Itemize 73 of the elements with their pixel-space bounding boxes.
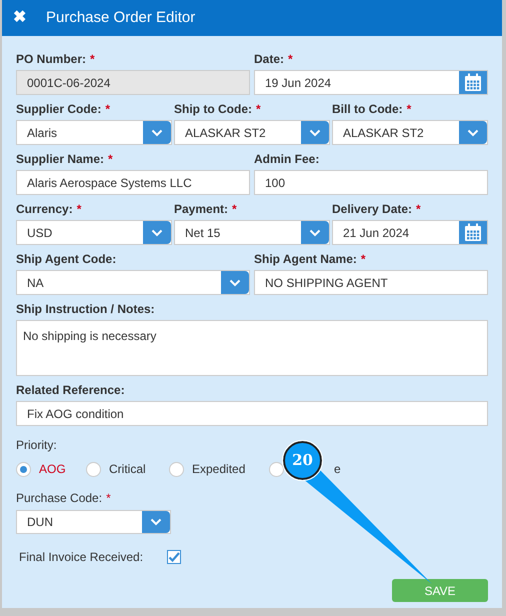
field-label: Delivery Date: — [332, 202, 412, 217]
dropdown-button[interactable] — [301, 221, 329, 244]
window-title: Purchase Order Editor — [46, 8, 196, 28]
required-mark: * — [406, 102, 412, 117]
radio-label: e — [334, 461, 341, 478]
dropdown-field[interactable]: NA — [16, 270, 250, 295]
text-field[interactable]: 100 — [254, 170, 488, 195]
chevron-down-icon — [150, 518, 162, 526]
radio-button[interactable] — [16, 462, 31, 476]
radio-label: Expedited — [192, 461, 246, 478]
text-field[interactable]: Alaris Aerospace Systems LLC — [16, 170, 250, 195]
dropdown-button[interactable] — [143, 221, 171, 244]
field-label: Admin Fee: — [254, 152, 320, 167]
notes-field[interactable]: No shipping is necessary — [16, 320, 488, 376]
radio-button[interactable] — [169, 462, 184, 476]
required-mark: * — [106, 490, 111, 507]
field-label: Ship Agent Code: — [16, 252, 116, 267]
field-label: Currency: — [16, 202, 73, 217]
calendar-button[interactable] — [459, 221, 487, 244]
required-mark: * — [288, 52, 293, 67]
radio-label: Critical — [109, 461, 146, 478]
required-mark: * — [232, 202, 237, 217]
calendar-icon — [464, 223, 482, 242]
dropdown-field[interactable]: ALASKAR ST2 — [332, 120, 488, 145]
radio-button[interactable] — [269, 462, 284, 476]
dropdown-button[interactable] — [459, 121, 487, 144]
field-label: Ship Instruction / Notes: — [16, 302, 155, 317]
radio-label: AOG — [39, 461, 66, 478]
dropdown-button[interactable] — [301, 121, 329, 144]
chevron-down-icon — [151, 228, 163, 236]
close-button[interactable]: ✖ — [13, 10, 26, 26]
field-label: Related Reference: — [16, 383, 125, 398]
chevron-down-icon — [309, 228, 321, 236]
dropdown-button[interactable] — [142, 511, 170, 533]
dropdown-button[interactable] — [143, 121, 171, 144]
chevron-down-icon — [467, 128, 479, 136]
calendar-icon — [464, 73, 482, 92]
checkmark-icon — [168, 552, 180, 562]
field-label: Ship Agent Name: — [254, 252, 357, 267]
chevron-down-icon — [309, 128, 321, 136]
field-label: Supplier Name: — [16, 152, 104, 167]
chevron-down-icon — [151, 128, 163, 136]
calendar-button[interactable] — [459, 71, 487, 94]
field-label: Payment: — [174, 202, 228, 217]
required-mark: * — [76, 202, 82, 217]
required-mark: * — [108, 152, 113, 167]
date-field[interactable]: 19 Jun 2024 — [254, 70, 488, 95]
date-field[interactable]: 21 Jun 2024 — [332, 220, 488, 245]
checkbox-label: Final Invoice Received: — [19, 549, 144, 566]
checkbox[interactable] — [167, 550, 182, 564]
text-field[interactable]: NO SHIPPING AGENT — [254, 270, 488, 295]
required-mark: * — [90, 52, 95, 67]
field-label: PO Number: — [16, 52, 86, 67]
required-mark: * — [416, 202, 421, 217]
field-label: Purchase Code: — [16, 490, 102, 507]
text-field[interactable]: Fix AOG condition — [16, 401, 488, 426]
field-label: Ship to Code: — [174, 102, 252, 117]
dropdown-field[interactable]: USD — [16, 220, 172, 245]
dropdown-button[interactable] — [221, 271, 249, 294]
dropdown-field[interactable]: ALASKAR ST2 — [174, 120, 330, 145]
required-mark: * — [360, 252, 366, 267]
priority-label: Priority: — [16, 438, 57, 452]
dropdown-field[interactable]: Alaris — [16, 120, 172, 145]
field-label: Bill to Code: — [332, 102, 403, 117]
required-mark: * — [105, 102, 110, 117]
dropdown-field[interactable]: Net 15 — [174, 220, 330, 245]
field-label: Supplier Code: — [16, 102, 102, 117]
field-label: Date: — [254, 52, 284, 67]
dropdown-field[interactable]: DUN — [16, 510, 171, 534]
required-mark: * — [256, 102, 261, 117]
radio-button[interactable] — [86, 462, 101, 476]
chevron-down-icon — [229, 278, 241, 286]
readonly-field: 0001C-06-2024 — [16, 70, 250, 95]
